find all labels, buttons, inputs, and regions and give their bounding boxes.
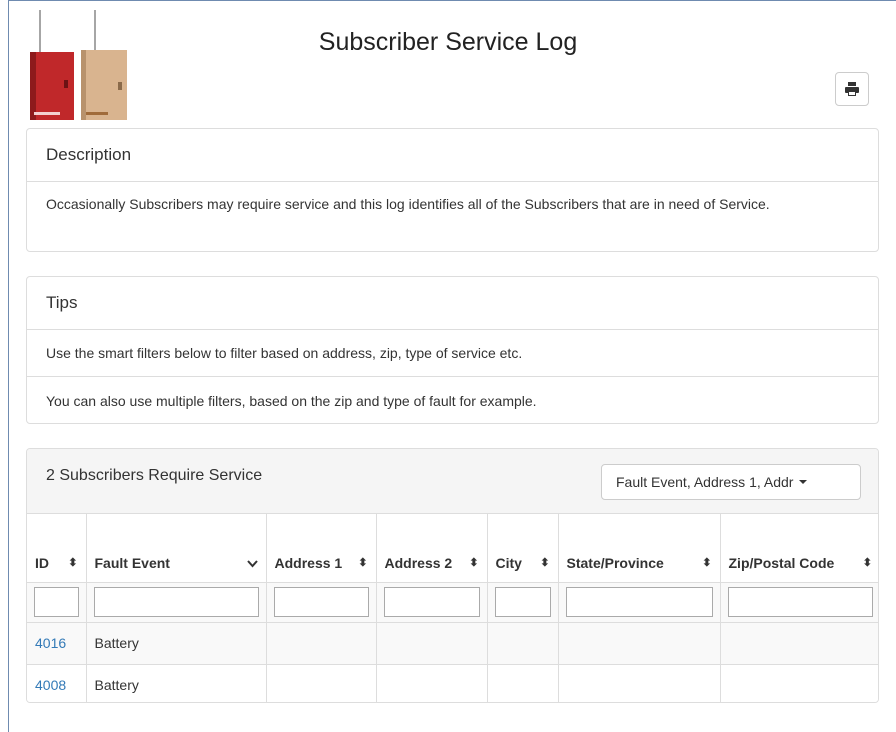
page-title: Subscriber Service Log bbox=[318, 28, 578, 56]
city-cell bbox=[487, 664, 559, 702]
sort-icon[interactable]: ⬍ bbox=[863, 554, 872, 572]
city-cell bbox=[487, 622, 559, 665]
table-panel-heading: 2 Subscribers Require Service Fault Even… bbox=[27, 449, 878, 514]
table-row: 4008 Battery bbox=[27, 664, 878, 702]
column-header-state-province[interactable]: State/Province ⬍ bbox=[558, 514, 721, 583]
print-button[interactable] bbox=[835, 72, 869, 106]
window-frame-top bbox=[8, 0, 896, 1]
subscriber-id-link[interactable]: 4008 bbox=[35, 677, 66, 693]
sort-icon[interactable]: ⬍ bbox=[358, 554, 367, 572]
print-icon bbox=[845, 82, 859, 96]
tips-panel: Tips Use the smart filters below to filt… bbox=[26, 276, 879, 424]
filter-input-fault-event[interactable] bbox=[93, 587, 259, 617]
column-visibility-dropdown[interactable]: Fault Event, Address 1, Addr bbox=[601, 464, 861, 500]
filter-input-id[interactable] bbox=[34, 587, 79, 617]
filter-input-city[interactable] bbox=[494, 587, 551, 617]
filter-input-address-1[interactable] bbox=[273, 587, 369, 617]
zip-cell bbox=[720, 622, 878, 665]
address-1-cell bbox=[266, 664, 377, 702]
description-panel: Description Occasionally Subscribers may… bbox=[26, 128, 879, 252]
subscriber-service-table: ID ⬍ Fault Event Address 1 ⬍ Address 2 ⬍ Ci… bbox=[27, 514, 878, 702]
column-header-address-1[interactable]: Address 1 ⬍ bbox=[266, 514, 377, 583]
description-body: Occasionally Subscribers may require ser… bbox=[46, 196, 770, 212]
sort-icon[interactable]: ⬍ bbox=[469, 554, 478, 572]
zip-cell bbox=[720, 664, 878, 702]
address-2-cell bbox=[376, 664, 488, 702]
description-heading: Description bbox=[27, 129, 878, 182]
column-header-address-2[interactable]: Address 2 ⬍ bbox=[376, 514, 488, 583]
sort-icon[interactable]: ⬍ bbox=[540, 554, 549, 572]
state-cell bbox=[558, 622, 721, 665]
sort-icon[interactable]: ⬍ bbox=[68, 554, 77, 572]
filter-row bbox=[27, 582, 878, 623]
service-table-panel: 2 Subscribers Require Service Fault Even… bbox=[26, 448, 879, 703]
tip-item: Use the smart filters below to filter ba… bbox=[27, 330, 878, 377]
fault-event-cell: Battery bbox=[86, 622, 267, 665]
column-header-city[interactable]: City ⬍ bbox=[487, 514, 559, 583]
column-header-zip-postal-code[interactable]: Zip/Postal Code ⬍ bbox=[720, 514, 878, 583]
column-header-fault-event[interactable]: Fault Event bbox=[86, 514, 267, 583]
column-header-id[interactable]: ID ⬍ bbox=[27, 514, 87, 583]
sort-icon[interactable]: ⬍ bbox=[702, 554, 711, 572]
state-cell bbox=[558, 664, 721, 702]
filter-input-zip-postal-code[interactable] bbox=[727, 587, 873, 617]
filter-input-state-province[interactable] bbox=[565, 587, 713, 617]
filter-input-address-2[interactable] bbox=[383, 587, 480, 617]
caret-down-icon bbox=[799, 480, 808, 484]
chevron-down-icon[interactable] bbox=[246, 559, 258, 568]
address-1-cell bbox=[266, 622, 377, 665]
subscriber-devices-logo bbox=[30, 10, 127, 120]
tips-heading: Tips bbox=[27, 277, 878, 330]
tip-item: You can also use multiple filters, based… bbox=[46, 392, 537, 409]
subscriber-id-link[interactable]: 4016 bbox=[35, 635, 66, 651]
fault-event-cell: Battery bbox=[86, 664, 267, 702]
address-2-cell bbox=[376, 622, 488, 665]
window-frame-left bbox=[8, 0, 9, 732]
subscriber-count-title: 2 Subscribers Require Service bbox=[46, 467, 263, 484]
table-row: 4016 Battery bbox=[27, 622, 878, 665]
column-dropdown-label: Fault Event, Address 1, Addr bbox=[616, 474, 794, 490]
